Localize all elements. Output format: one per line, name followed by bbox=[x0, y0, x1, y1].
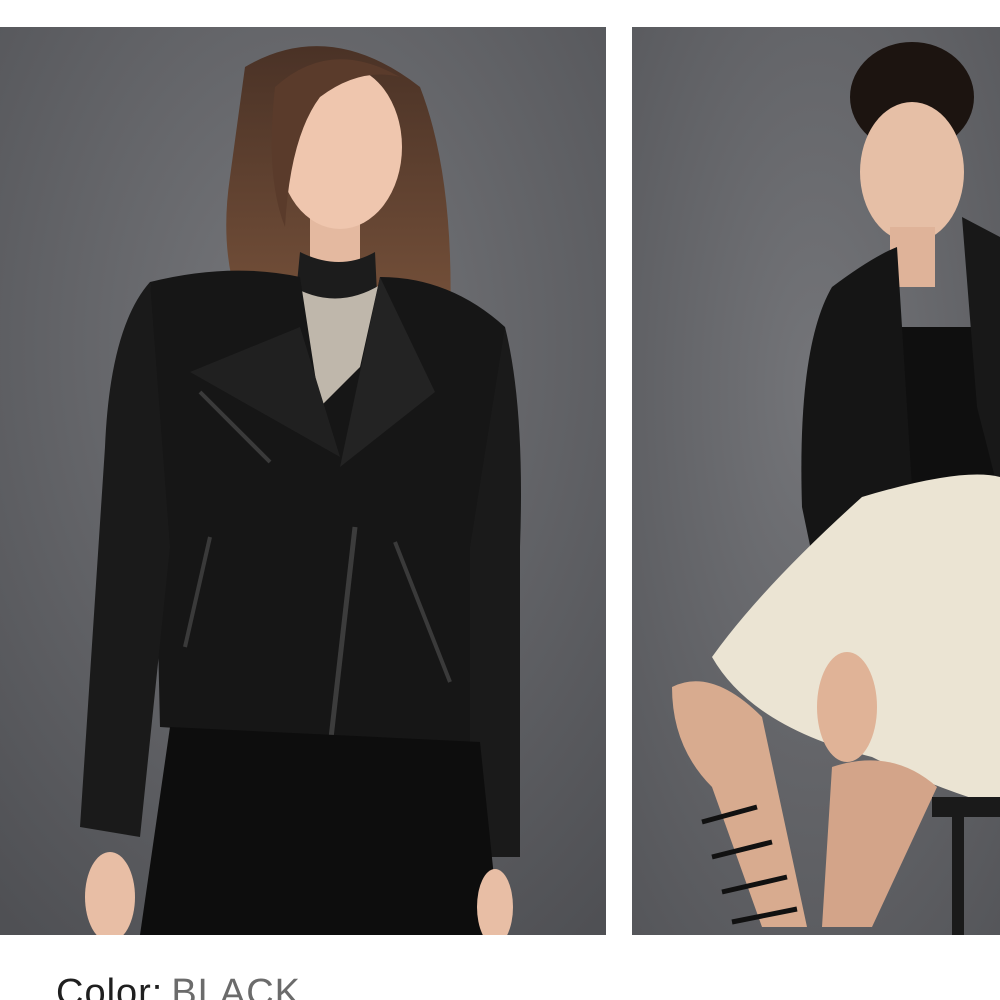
product-page: Color: BLACK bbox=[0, 0, 1000, 1000]
model-front-image bbox=[0, 27, 606, 935]
color-selector-label: Color: BLACK bbox=[56, 972, 301, 1000]
color-value: BLACK bbox=[171, 972, 301, 1000]
product-image-gallery[interactable] bbox=[0, 27, 1000, 935]
color-label: Color: bbox=[56, 972, 164, 1000]
product-image-1[interactable] bbox=[0, 27, 606, 935]
model-seated-image bbox=[632, 27, 1000, 935]
product-image-2[interactable] bbox=[632, 27, 1000, 935]
